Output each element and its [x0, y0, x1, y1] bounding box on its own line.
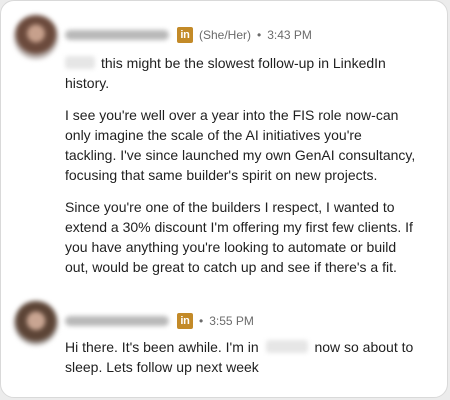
linkedin-premium-icon: in	[177, 313, 193, 329]
message-paragraph: Hi there. It's been awhile. I'm in now s…	[65, 339, 414, 375]
message-header: in • 3:55 PM	[65, 312, 254, 330]
message-paragraph: this might be the slowest follow-up in L…	[65, 55, 386, 91]
sender-avatar[interactable]	[14, 301, 58, 345]
message-thread: in (She/Her) • 3:43 PM this might be the…	[0, 0, 448, 398]
sender-name-redacted[interactable]	[65, 316, 169, 326]
message-header: in (She/Her) • 3:43 PM	[65, 26, 312, 44]
separator-dot: •	[199, 314, 204, 328]
linkedin-premium-icon: in	[177, 27, 193, 43]
redacted-location	[265, 340, 308, 353]
sender-pronouns: (She/Her)	[199, 28, 252, 42]
message-timestamp: 3:55 PM	[209, 314, 254, 328]
message-body: this might be the slowest follow-up in L…	[65, 53, 417, 289]
separator-dot: •	[257, 28, 262, 42]
message-body: Hi there. It's been awhile. I'm in now s…	[65, 337, 417, 389]
sender-name-redacted[interactable]	[65, 30, 169, 40]
redacted-name	[65, 56, 95, 69]
message-paragraph: Since you're one of the builders I respe…	[65, 199, 413, 275]
sender-avatar[interactable]	[14, 15, 58, 59]
message-paragraph: I see you're well over a year into the F…	[65, 107, 416, 183]
message-timestamp: 3:43 PM	[267, 28, 312, 42]
